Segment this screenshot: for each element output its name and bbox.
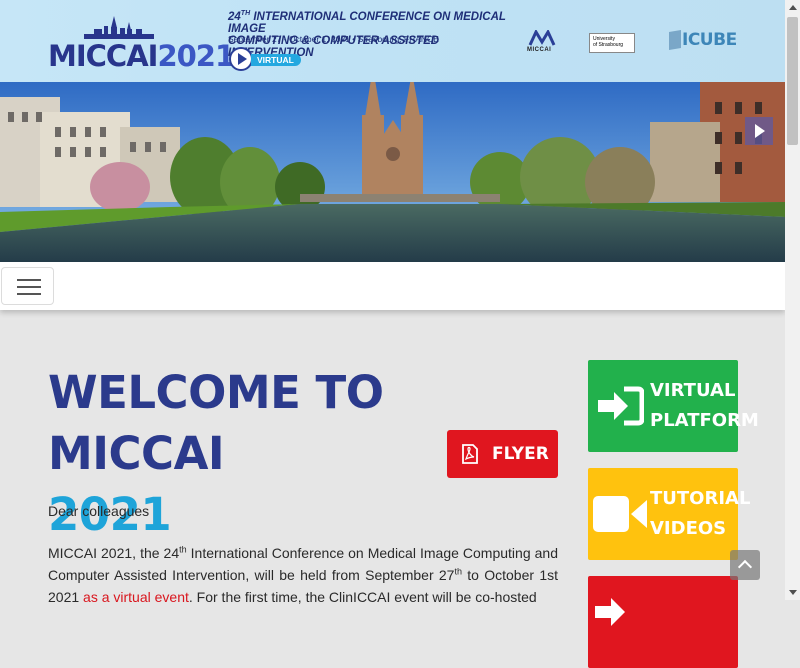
- greeting: Dear colleagues: [48, 503, 150, 519]
- miccai-society-logo[interactable]: MICCAI: [527, 28, 561, 56]
- miccai-society-label: MICCAI: [527, 47, 552, 53]
- strasbourg-photo: [0, 82, 785, 262]
- welcome-heading: WELCOME TO MICCAI: [48, 366, 384, 480]
- virtual-platform-line2: PLATFORM: [650, 410, 759, 431]
- video-camera-icon: [593, 496, 647, 532]
- virtual-event-link[interactable]: as a virtual event: [83, 589, 189, 605]
- tutorial-videos-line1: TUTORIAL: [650, 488, 751, 509]
- conference-ordinal-suffix: TH: [240, 10, 251, 17]
- welcome-text: Dear colleagues MICCAI 2021, the 24th In…: [48, 500, 558, 628]
- logo-year: 2021: [157, 39, 235, 73]
- flyer-button[interactable]: FLYER: [447, 430, 558, 478]
- carousel-next-button[interactable]: [745, 117, 773, 145]
- virtual-badge: VIRTUAL: [229, 47, 301, 71]
- conference-ordinal: 24: [228, 10, 241, 23]
- miccai-2021-logo[interactable]: MICCAI2021: [48, 14, 235, 73]
- flyer-label: FLYER: [492, 444, 549, 464]
- strasbourg-carousel-image: [0, 82, 785, 262]
- miccai-society-icon: [528, 28, 556, 46]
- scroll-to-top-button[interactable]: [730, 550, 760, 580]
- university-strasbourg-logo[interactable]: University of Strasbourg: [589, 33, 635, 53]
- page-scrollbar[interactable]: [785, 0, 800, 600]
- conference-dates: September 27 - October 1, 2021 • Strasbo…: [228, 34, 439, 44]
- scroll-down-arrow-icon[interactable]: [785, 585, 800, 600]
- sign-in-icon: [598, 386, 644, 426]
- sign-in-icon: [595, 598, 625, 626]
- virtual-platform-button[interactable]: VIRTUAL PLATFORM: [588, 360, 759, 452]
- hamburger-menu-icon[interactable]: [1, 267, 54, 305]
- logo-text: MICCAI: [48, 39, 158, 73]
- scrollbar-thumb[interactable]: [787, 17, 798, 145]
- main-navbar: [0, 262, 785, 310]
- conference-title-line1: INTERNATIONAL CONFERENCE ON MEDICAL IMAG…: [228, 10, 506, 35]
- third-sidebar-button[interactable]: [588, 576, 738, 668]
- icube-logo[interactable]: ICUBE: [669, 29, 737, 51]
- unistra-line2: of Strasbourg: [593, 42, 624, 48]
- tutorial-videos-line2: VIDEOS: [650, 518, 727, 539]
- conference-banner: MICCAI2021 24TH INTERNATIONAL CONFERENCE…: [0, 0, 785, 82]
- scroll-up-arrow-icon[interactable]: [785, 0, 800, 15]
- play-icon: [229, 47, 253, 71]
- intro-paragraph: MICCAI 2021, the 24th International Conf…: [48, 544, 558, 605]
- virtual-platform-line1: VIRTUAL: [650, 380, 736, 401]
- virtual-label: VIRTUAL: [251, 54, 301, 66]
- icube-label: ICUBE: [682, 30, 737, 50]
- pdf-file-icon: [462, 444, 478, 464]
- tutorial-videos-button[interactable]: TUTORIAL VIDEOS: [588, 468, 751, 560]
- cube-icon: [669, 29, 681, 51]
